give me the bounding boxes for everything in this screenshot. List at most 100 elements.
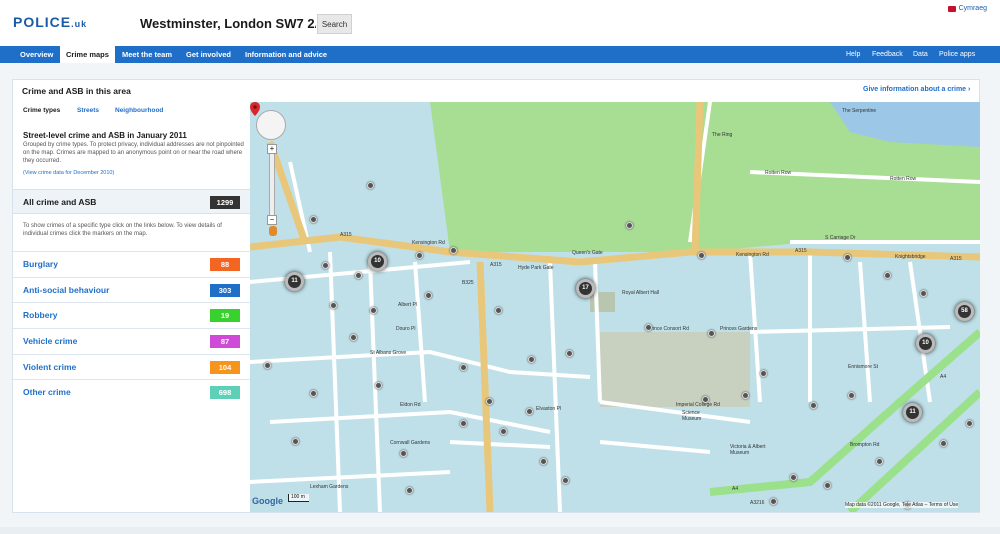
- crime-cluster[interactable]: 17: [576, 279, 595, 298]
- crime-marker[interactable]: [350, 334, 357, 341]
- crime-marker[interactable]: [760, 370, 767, 377]
- crime-marker[interactable]: [400, 450, 407, 457]
- crime-marker[interactable]: [626, 222, 633, 229]
- previous-month-link[interactable]: (View crime data for December 2010): [23, 170, 114, 176]
- crime-marker[interactable]: [500, 428, 507, 435]
- category-label-other[interactable]: Other crime: [23, 387, 71, 397]
- nav-help[interactable]: Help: [846, 46, 860, 63]
- logo-main-text: POLICE: [13, 14, 72, 30]
- tab-streets[interactable]: Streets: [77, 107, 99, 114]
- map-label-royal-albert-hall: Royal Albert Hall: [622, 290, 659, 296]
- crime-marker[interactable]: [920, 290, 927, 297]
- nav-information-advice[interactable]: Information and advice: [239, 46, 333, 63]
- crime-marker[interactable]: [310, 216, 317, 223]
- crime-cluster[interactable]: 11: [285, 272, 304, 291]
- map-label-prince-consort-rd: Prince Consort Rd: [648, 326, 689, 332]
- crime-marker[interactable]: [810, 402, 817, 409]
- crime-marker[interactable]: [966, 420, 973, 427]
- crime-marker[interactable]: [460, 420, 467, 427]
- crime-marker[interactable]: [940, 440, 947, 447]
- nav-data[interactable]: Data: [913, 46, 928, 63]
- crime-marker[interactable]: [708, 330, 715, 337]
- location-pin-icon: [250, 102, 260, 116]
- language-link-label: Cymraeg: [958, 5, 987, 12]
- crime-marker[interactable]: [486, 398, 493, 405]
- crime-marker[interactable]: [355, 272, 362, 279]
- crime-marker[interactable]: [848, 392, 855, 399]
- crime-marker[interactable]: [460, 364, 467, 371]
- all-crime-count-badge: 1299: [210, 196, 240, 209]
- map-label-b325: B325: [462, 280, 474, 286]
- map-label-rotten-row-east: Rotten Row: [890, 176, 917, 182]
- map-label-hyde-park-gate: Hyde Park Gate: [518, 265, 554, 271]
- pan-control[interactable]: [256, 110, 286, 140]
- nav-overview[interactable]: Overview: [14, 46, 59, 63]
- nav-feedback[interactable]: Feedback: [872, 46, 903, 63]
- crime-marker[interactable]: [330, 302, 337, 309]
- crime-marker[interactable]: [264, 362, 271, 369]
- crime-marker[interactable]: [702, 396, 709, 403]
- crime-cluster[interactable]: 11: [903, 403, 922, 422]
- tab-neighbourhood[interactable]: Neighbourhood: [115, 107, 163, 114]
- crime-marker[interactable]: [566, 350, 573, 357]
- crime-marker[interactable]: [450, 247, 457, 254]
- map-label-kensington-rd-east: Kensington Rd: [736, 252, 769, 258]
- crime-marker[interactable]: [844, 254, 851, 261]
- nav-get-involved[interactable]: Get involved: [180, 46, 237, 63]
- count-badge-robbery: 19: [210, 309, 240, 322]
- crime-marker[interactable]: [876, 458, 883, 465]
- police-logo[interactable]: POLICE.uk: [13, 14, 87, 30]
- crime-marker[interactable]: [292, 438, 299, 445]
- category-label-vehicle[interactable]: Vehicle crime: [23, 336, 77, 346]
- tab-crime-types[interactable]: Crime types: [23, 107, 60, 114]
- crime-marker[interactable]: [562, 477, 569, 484]
- sub-tabs: Crime types Streets Neighbourhood: [12, 102, 250, 119]
- crime-marker[interactable]: [310, 390, 317, 397]
- nav-police-apps[interactable]: Police apps: [939, 46, 975, 63]
- crime-marker[interactable]: [770, 498, 777, 505]
- crime-marker[interactable]: [884, 272, 891, 279]
- crime-cluster[interactable]: 58: [955, 302, 974, 321]
- crime-marker[interactable]: [528, 356, 535, 363]
- give-info-link[interactable]: Give information about a crime ›: [863, 86, 970, 93]
- crime-marker[interactable]: [406, 487, 413, 494]
- crime-marker[interactable]: [742, 392, 749, 399]
- crime-marker[interactable]: [367, 182, 374, 189]
- category-label-violent[interactable]: Violent crime: [23, 362, 76, 372]
- map-label-s-carriage-dr: S Carriage Dr: [825, 235, 856, 241]
- crime-marker[interactable]: [370, 307, 377, 314]
- map-scale: 100 m: [288, 494, 309, 502]
- language-link[interactable]: Cymraeg: [947, 5, 987, 12]
- category-label-burglary[interactable]: Burglary: [23, 259, 58, 269]
- crime-marker[interactable]: [645, 324, 652, 331]
- zoom-in-icon[interactable]: +: [267, 144, 277, 154]
- search-button[interactable]: Search: [317, 14, 352, 34]
- crime-marker[interactable]: [416, 252, 423, 259]
- count-badge-other: 698: [210, 386, 240, 399]
- crime-marker[interactable]: [540, 458, 547, 465]
- category-label-robbery[interactable]: Robbery: [23, 310, 57, 320]
- map-label-queens-gate: Queen's Gate: [572, 250, 603, 256]
- count-badge-burglary: 88: [210, 258, 240, 271]
- nav-meet-the-team[interactable]: Meet the team: [116, 46, 178, 63]
- crime-marker[interactable]: [526, 408, 533, 415]
- crime-cluster[interactable]: 10: [368, 252, 387, 271]
- crime-marker[interactable]: [375, 382, 382, 389]
- crime-marker[interactable]: [824, 482, 831, 489]
- category-label-asb[interactable]: Anti-social behaviour: [23, 285, 109, 295]
- street-view-pegman-icon[interactable]: [269, 226, 277, 236]
- crime-marker[interactable]: [495, 307, 502, 314]
- crime-map[interactable]: The Serpentine Kensington Rd A315 A315 H…: [250, 102, 980, 512]
- crime-cluster[interactable]: 10: [916, 334, 935, 353]
- all-crime-label[interactable]: All crime and ASB: [23, 197, 96, 207]
- zoom-out-icon[interactable]: −: [267, 215, 277, 225]
- crime-marker[interactable]: [425, 292, 432, 299]
- map-label-a315-west: A315: [340, 232, 352, 238]
- crime-marker[interactable]: [790, 474, 797, 481]
- nav-crime-maps[interactable]: Crime maps: [60, 46, 115, 63]
- crime-marker[interactable]: [322, 262, 329, 269]
- map-label-a315-center: A315: [490, 262, 502, 268]
- zoom-slider-track[interactable]: [269, 152, 275, 222]
- location-search-input[interactable]: [136, 12, 316, 34]
- crime-marker[interactable]: [698, 252, 705, 259]
